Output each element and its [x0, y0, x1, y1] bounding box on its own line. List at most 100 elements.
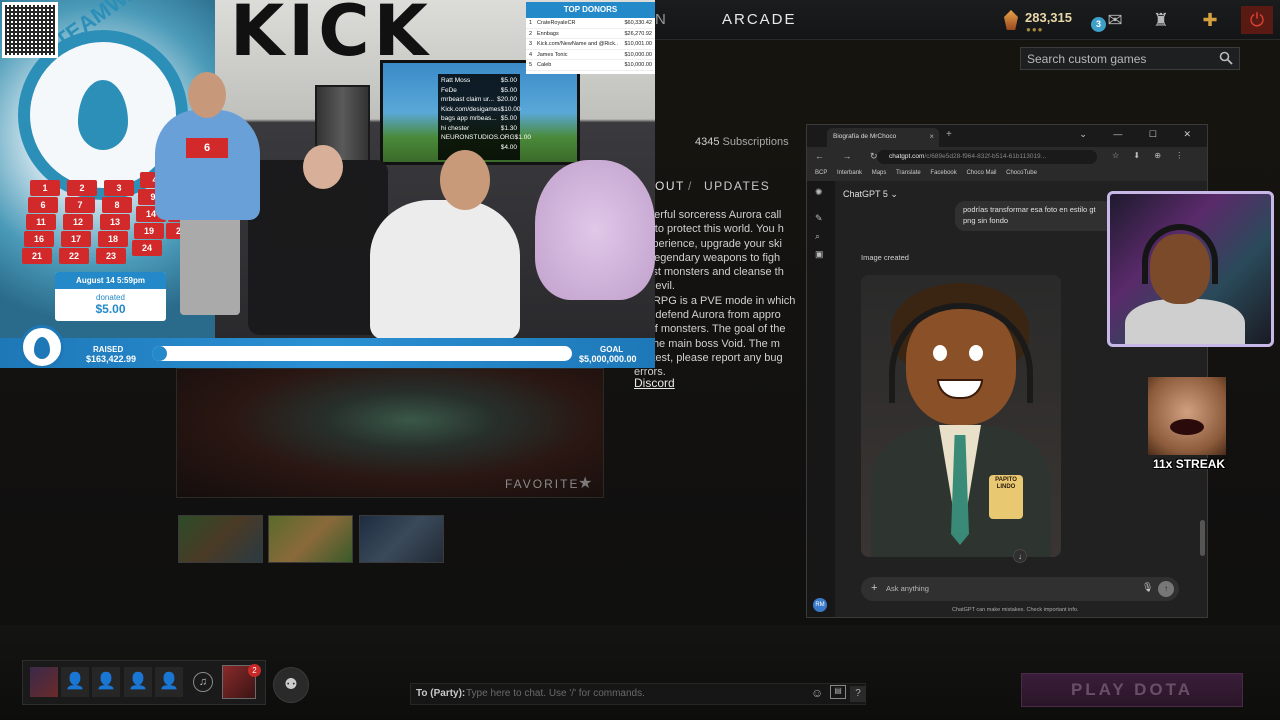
top-donors-title: TOP DONORS	[526, 2, 655, 18]
raised-label: RAISED	[93, 345, 124, 354]
bookmark-item[interactable]: ChocoTube	[1006, 170, 1037, 176]
calendar-cell: 12	[63, 214, 93, 230]
calendar-cell: 22	[59, 248, 89, 264]
browser-tab[interactable]: Biografía de MrChoco ×	[827, 128, 939, 147]
calendar-cell: 23	[96, 248, 126, 264]
description-line: e to defend Aurora from appro	[634, 309, 781, 322]
composer-input[interactable]: Ask anything	[886, 584, 929, 593]
donation-amount: $5.00	[95, 302, 126, 316]
favorite-star-icon[interactable]: ★	[578, 473, 592, 493]
subscriptions-count: 4345 Subscriptions	[695, 136, 789, 148]
dota-plus-icon[interactable]: ✚	[1197, 8, 1223, 32]
generated-cartoon-image[interactable]: PAPITO LINDO	[861, 275, 1061, 557]
window-controls[interactable]: ⌄ — ☐ ✕	[1079, 129, 1203, 140]
discord-link[interactable]: Discord	[634, 376, 675, 390]
nav-tab-arcade[interactable]: ARCADE	[722, 11, 797, 28]
party-chat-bar[interactable]: To (Party): Type here to chat. Use '/' f…	[410, 683, 866, 705]
chat-image-icon[interactable]: ▤	[830, 685, 846, 699]
empty-party-slot[interactable]: 👤	[61, 667, 89, 697]
user-avatar[interactable]: RM	[813, 598, 827, 612]
scrollbar[interactable]	[1200, 520, 1205, 556]
address-bar[interactable]: chatgpt.com/c/689e5d28-f964-832f-b514-61…	[877, 150, 1097, 164]
person-legs	[180, 215, 240, 315]
calendar-cell: 21	[22, 248, 52, 264]
chat-composer[interactable]: + Ask anything 🎙 ↑	[861, 577, 1179, 601]
screenshot-thumbnail[interactable]	[359, 515, 444, 563]
navigation-buttons[interactable]: ← → ↻	[815, 151, 886, 162]
tv-row: $4.00	[500, 143, 517, 151]
description-line: d of evil.	[634, 280, 675, 293]
search-icon[interactable]	[1219, 51, 1233, 65]
microphone-icon[interactable]: 🎙	[1142, 582, 1153, 593]
attach-plus-icon[interactable]: +	[871, 582, 877, 594]
library-icon[interactable]: ▣	[815, 249, 824, 260]
tab-updates[interactable]: UPDATES	[704, 179, 770, 193]
friends-list-button[interactable]: ⚉	[273, 667, 309, 703]
bookmark-item[interactable]: Facebook	[930, 170, 956, 176]
calendar-cell: 19	[134, 223, 164, 239]
search-chats-icon[interactable]: ⌕	[815, 231, 820, 242]
goal-label: GOAL	[600, 345, 624, 354]
empty-party-slot[interactable]: 👤	[92, 667, 120, 697]
empty-party-slot[interactable]: 👤	[124, 667, 152, 697]
power-icon[interactable]: ⏻	[1241, 6, 1273, 34]
new-tab-button[interactable]: +	[946, 129, 952, 140]
calendar-cell: 6	[28, 197, 58, 213]
screenshot-thumbnail[interactable]	[268, 515, 353, 563]
play-dota-button[interactable]: PLAY DOTA	[1021, 673, 1243, 707]
streak-label: 11x STREAK	[1153, 457, 1226, 471]
donor-row: 5 Caleb $10,000.00	[526, 60, 655, 71]
tv-row: bags app mrbeas... $5.00	[441, 115, 517, 122]
qr-code	[2, 2, 58, 58]
tab-separator: /	[688, 179, 692, 193]
headset-icon	[1142, 224, 1218, 284]
calendar-cell: 3	[104, 180, 134, 196]
goal-value: $5,000,000.00	[579, 354, 637, 364]
send-button[interactable]: ↑	[1158, 581, 1174, 597]
new-chat-icon[interactable]: ✎	[815, 213, 823, 224]
favorite-label[interactable]: FAVORITE	[505, 477, 579, 491]
description-line: ngest monsters and cleanse th	[634, 266, 784, 279]
armory-icon[interactable]: ♜	[1148, 8, 1174, 32]
bookmark-item[interactable]: Interbank	[837, 170, 862, 176]
chat-channel-label: To (Party):	[416, 688, 466, 699]
browser-toolbar: ← → ↻ chatgpt.com/c/689e5d28-f964-832f-b…	[807, 147, 1207, 167]
emoji-icon[interactable]: ☺	[811, 686, 823, 700]
bookmark-item[interactable]: BCP	[815, 170, 827, 176]
calendar-cell: 13	[100, 214, 130, 230]
description-line: ora RPG is a PVE mode in which	[634, 294, 796, 307]
search-box[interactable]: Search custom games	[1020, 47, 1240, 70]
bookmark-item[interactable]: Translate	[896, 170, 921, 176]
scroll-down-icon[interactable]: ↓	[1013, 549, 1027, 563]
model-selector[interactable]: ChatGPT 5 ⌄	[843, 189, 898, 200]
headset-icon[interactable]: ♫	[193, 672, 213, 692]
close-tab-icon[interactable]: ×	[929, 132, 934, 141]
raised-value: $163,422.99	[86, 354, 137, 364]
openai-logo-icon[interactable]: ✺	[815, 187, 823, 198]
chatgpt-sidebar: ✺ ✎ ⌕ ▣	[807, 181, 835, 617]
help-icon[interactable]: ?	[850, 686, 866, 702]
toolbar-icons[interactable]: ☆ ⬇ ⊕ ⋮	[1112, 151, 1189, 160]
screenshot-thumbnail[interactable]	[178, 515, 263, 563]
calendar-cell: 11	[26, 214, 56, 230]
stream-overlay: KICK #TEAMWATER 123456789101112131415161…	[0, 0, 655, 368]
empty-party-slot[interactable]: 👤	[155, 667, 183, 697]
notification-badge: 2	[248, 664, 261, 677]
nav-tab-partial[interactable]: N	[655, 11, 668, 28]
webcam-overlay	[1107, 191, 1274, 347]
browser-tab-title: Biografía de MrChoco	[833, 133, 897, 140]
fundraise-progress-fill	[152, 346, 167, 361]
person-head	[440, 150, 490, 210]
tv-row: mrbeast claim ur... $20.00	[441, 96, 517, 103]
calendar-cell: 24	[132, 240, 162, 256]
party-member-avatar[interactable]	[30, 667, 58, 697]
bookmark-item[interactable]: Maps	[872, 170, 887, 176]
search-input[interactable]: Search custom games	[1027, 52, 1146, 66]
held-number-sign: 6	[186, 138, 228, 158]
tv-row: hi chester $1.30	[441, 124, 517, 132]
tv-row: Ratt Moss $5.00	[441, 77, 517, 84]
bookmark-item[interactable]: Choco Mail	[966, 170, 996, 176]
chat-input[interactable]: Type here to chat. Use '/' for commands.	[466, 688, 645, 699]
mail-icon[interactable]: ✉	[1102, 8, 1128, 32]
tab-about[interactable]: OUT	[655, 179, 685, 193]
